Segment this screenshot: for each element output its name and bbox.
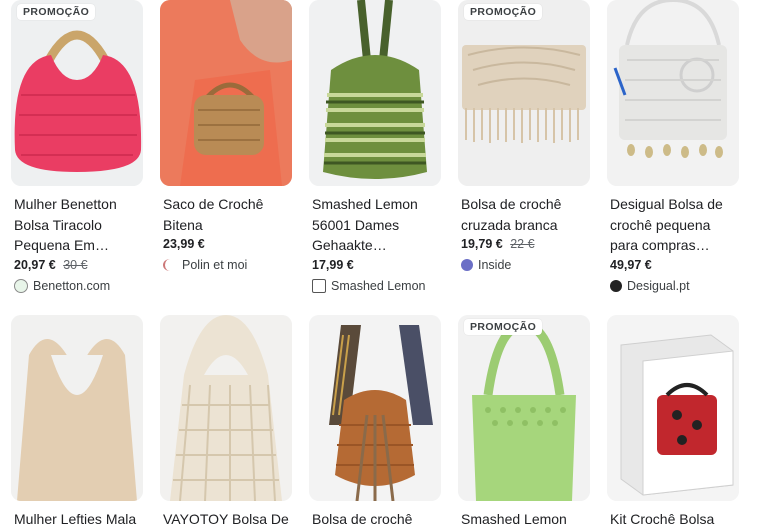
benetton-logo-icon [14, 278, 28, 293]
product-grid: PROMOÇÃO Mulher Benetton Bolsa Tiracolo … [0, 0, 768, 527]
old-price: 22 € [510, 237, 535, 251]
product-title[interactable]: Bolsa de crochê [312, 509, 444, 530]
green-crochet-tote-image [458, 315, 590, 501]
polin-logo-icon [163, 259, 177, 271]
desigual-logo-icon [610, 279, 622, 292]
merchant[interactable]: Polin et moi [163, 258, 292, 272]
promo-badge: PROMOÇÃO [464, 4, 543, 20]
price-row: 23,99 € [163, 237, 292, 255]
merchant[interactable]: Smashed Lemon [312, 278, 441, 293]
product-image-striped-bag[interactable] [309, 0, 441, 186]
product-card[interactable]: VAYOTOY Bolsa De [160, 315, 292, 530]
product-title[interactable]: Saco de Crochê Bitena [163, 194, 295, 235]
price-row: 19,79 € 22 € [461, 237, 590, 255]
product-card[interactable]: Smashed Lemon 56001 Dames Gehaakte… 17,9… [309, 0, 441, 293]
product-image-fringe-bag[interactable]: PROMOÇÃO [458, 0, 590, 186]
beige-knit-tote-image [11, 315, 143, 501]
price: 49,97 € [610, 257, 652, 272]
promo-badge: PROMOÇÃO [17, 4, 96, 20]
product-image-pink-bag[interactable]: PROMOÇÃO [11, 0, 143, 186]
price-row: 49,97 € [610, 258, 739, 276]
product-title[interactable]: Smashed Lemon 56001 Dames Gehaakte… [312, 194, 444, 256]
white-fringe-crossbody-bag-image [458, 0, 590, 186]
old-price: 30 € [63, 257, 88, 272]
product-card[interactable]: Kit Crochê Bolsa [607, 315, 739, 530]
product-title[interactable]: Mulher Benetton Bolsa Tiracolo Pequena E… [14, 194, 146, 256]
product-image-crochet-kit[interactable] [607, 315, 739, 501]
product-card[interactable]: Bolsa de crochê [309, 315, 441, 530]
product-image-green-tote[interactable]: PROMOÇÃO [458, 315, 590, 501]
woman-raffia-bag-image [160, 0, 292, 186]
product-title[interactable]: Desigual Bolsa de crochê pequena para co… [610, 194, 742, 256]
cream-net-tote-image [160, 315, 292, 501]
promo-badge: PROMOÇÃO [464, 319, 543, 335]
product-card[interactable]: Saco de Crochê Bitena 23,99 € Polin et m… [160, 0, 292, 272]
product-card[interactable]: Desigual Bolsa de crochê pequena para co… [607, 0, 739, 293]
pink-crochet-bag-image [11, 0, 143, 186]
crochet-kit-box-image [607, 315, 739, 501]
product-image-beige-tote[interactable] [11, 315, 143, 501]
product-title[interactable]: Kit Crochê Bolsa [610, 509, 742, 530]
green-striped-bag-image [309, 0, 441, 186]
price-row: 20,97 € 30 € [14, 258, 143, 276]
price-row: 17,99 € [312, 258, 441, 276]
product-title[interactable]: VAYOTOY Bolsa De [163, 509, 295, 530]
price: 17,99 € [312, 257, 354, 272]
smashed-lemon-logo-icon [312, 278, 326, 293]
merchant[interactable]: Benetton.com [14, 278, 143, 293]
product-card[interactable]: Mulher Lefties Mala [11, 315, 143, 530]
product-image-net-tote[interactable] [160, 315, 292, 501]
product-card[interactable]: PROMOÇÃO Mulher Benetton Bolsa Tiracolo … [11, 0, 143, 293]
product-card[interactable]: PROMOÇÃO Smashed Lemon [458, 315, 590, 530]
price: 23,99 € [163, 237, 205, 251]
product-title[interactable]: Bolsa de crochê cruzada branca [461, 194, 593, 235]
white-shell-crochet-bag-image [607, 0, 739, 186]
product-card[interactable]: PROMOÇÃO Bolsa de crochê cruzada branca … [458, 0, 590, 272]
price: 19,79 € [461, 237, 503, 251]
product-image-raffia-bag[interactable] [160, 0, 292, 186]
merchant[interactable]: Inside [461, 258, 590, 272]
product-title[interactable]: Mulher Lefties Mala [14, 509, 146, 530]
product-title[interactable]: Smashed Lemon [461, 509, 593, 530]
price: 20,97 € [14, 257, 56, 272]
product-image-shell-bag[interactable] [607, 0, 739, 186]
brown-wayuu-bucket-bag-image [309, 315, 441, 501]
merchant[interactable]: Desigual.pt [610, 279, 739, 293]
inside-logo-icon [461, 259, 473, 271]
product-image-wayuu-bag[interactable] [309, 315, 441, 501]
